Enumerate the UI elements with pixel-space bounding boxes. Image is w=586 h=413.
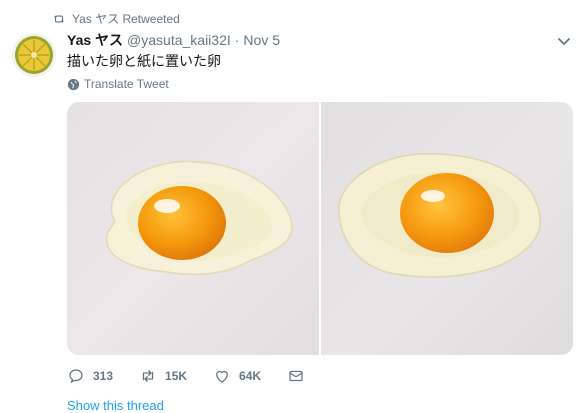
- user-handle[interactable]: @yasuta_kaii32I: [127, 32, 231, 48]
- tweet-actions: 313 15K 64K: [67, 367, 331, 385]
- tweet-header: Yas ヤス @yasuta_kaii32I · Nov 5: [67, 30, 280, 50]
- separator: ·: [234, 32, 240, 48]
- retweet-count: 15K: [165, 369, 188, 383]
- retweet-icon: [142, 370, 154, 382]
- retweet-button[interactable]: 15K: [139, 367, 187, 385]
- retweet-icon: [53, 15, 65, 22]
- like-button[interactable]: 64K: [213, 367, 261, 385]
- show-thread-link[interactable]: Show this thread: [67, 398, 164, 413]
- retweet-text: Yas ヤス Retweeted: [72, 12, 180, 26]
- display-name[interactable]: Yas ヤス: [67, 30, 123, 50]
- reply-count: 313: [93, 369, 114, 383]
- like-count: 64K: [239, 369, 262, 383]
- direct-message-button[interactable]: [287, 367, 305, 385]
- tweet-date[interactable]: Nov 5: [243, 32, 280, 48]
- reply-icon: [69, 369, 83, 384]
- tweet-text: 描いた卵と紙に置いた卵: [67, 53, 221, 69]
- retweet-context[interactable]: Yas ヤス Retweeted: [52, 10, 180, 27]
- photo-real-egg[interactable]: [321, 102, 573, 355]
- heart-icon: [216, 370, 228, 383]
- globe-icon: [67, 78, 80, 90]
- reply-button[interactable]: 313: [67, 367, 113, 385]
- translate-label: Translate Tweet: [84, 77, 169, 91]
- avatar[interactable]: [12, 33, 56, 77]
- envelope-icon: [289, 370, 303, 382]
- translate-link[interactable]: Translate Tweet: [67, 77, 169, 91]
- photo-drawn-egg[interactable]: [67, 102, 319, 355]
- media-grid: [67, 102, 573, 355]
- chevron-down-icon[interactable]: [555, 32, 573, 50]
